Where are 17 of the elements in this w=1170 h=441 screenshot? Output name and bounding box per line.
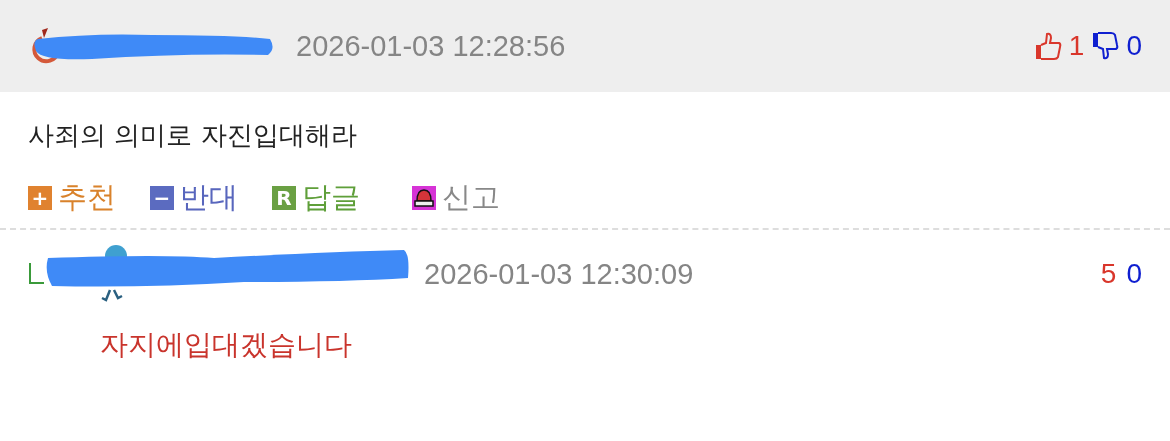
action-link[interactable]: − 반대 bbox=[150, 176, 238, 220]
dislike-count: 0 bbox=[1126, 258, 1142, 290]
action-link[interactable]: + 추천 bbox=[28, 176, 116, 220]
action-icon: + bbox=[28, 186, 52, 210]
comment-timestamp: 2026-01-03 12:28:56 bbox=[296, 29, 566, 63]
thumbs-down-icon bbox=[1090, 32, 1121, 60]
reply-text: 자지에입대겠습니다 bbox=[99, 327, 353, 363]
like-count: 5 bbox=[1100, 258, 1117, 290]
comment-text: 사죄의 의미로 자진입대해라 bbox=[27, 119, 358, 152]
like-count: 1 bbox=[1068, 30, 1085, 62]
action-icon: R bbox=[272, 186, 296, 210]
action-icon: − bbox=[150, 186, 174, 210]
action-link[interactable]: R 답글 bbox=[272, 176, 360, 220]
siren-icon bbox=[412, 186, 436, 210]
dislike-count: 0 bbox=[1126, 30, 1142, 62]
action-link[interactable]: 신고 bbox=[412, 176, 500, 220]
reply-timestamp: 2026-01-03 12:30:09 bbox=[424, 257, 694, 291]
